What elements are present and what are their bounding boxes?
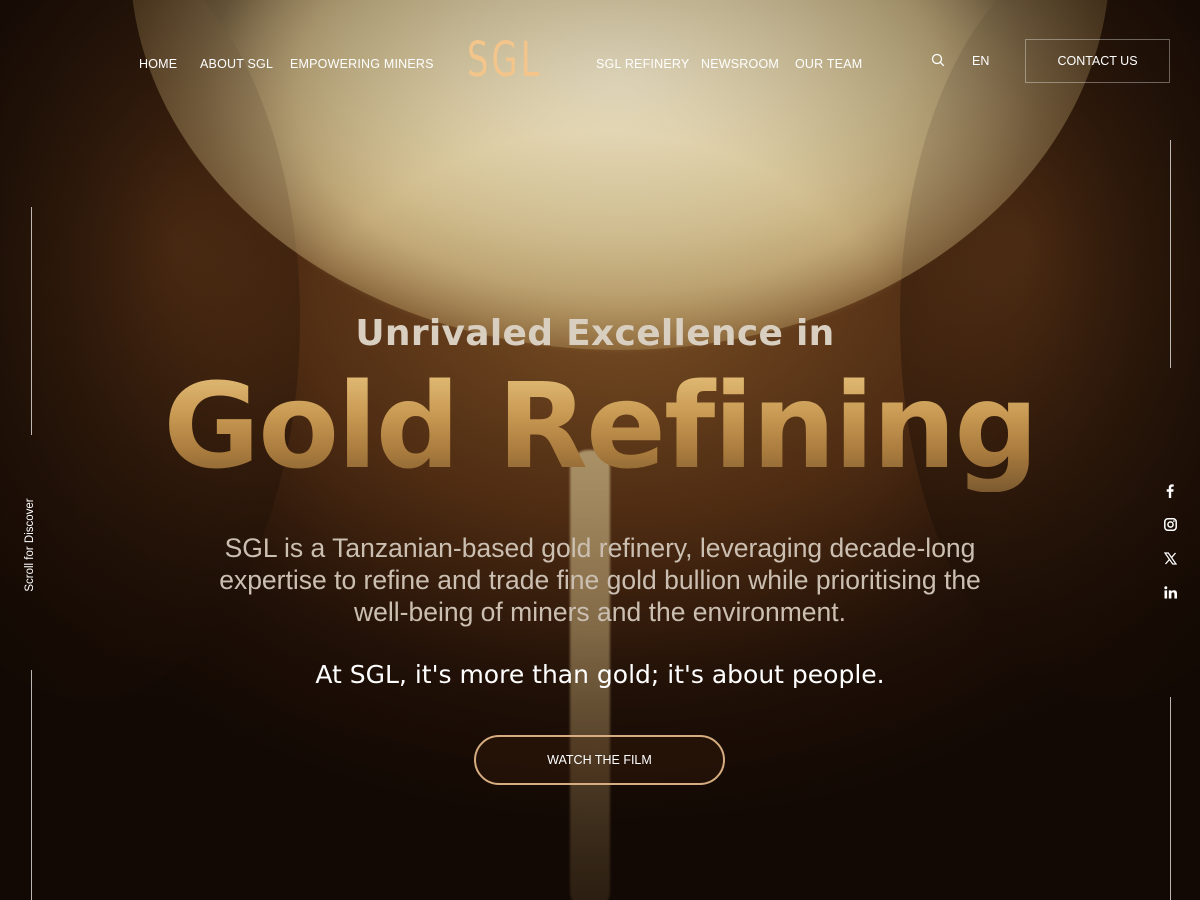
hero-tagline: At SGL, it's more than gold; it's about …	[315, 660, 885, 689]
linkedin-icon[interactable]	[1162, 584, 1178, 600]
nav-our-team[interactable]: OUR TEAM	[795, 57, 862, 71]
nav-sgl-refinery[interactable]: SGL REFINERY	[596, 57, 689, 71]
hero-description: SGL is a Tanzanian-based gold refinery, …	[219, 533, 981, 627]
right-rail-line-bottom	[1170, 697, 1171, 900]
logo[interactable]: SGL	[467, 36, 543, 84]
left-rail-line-bottom	[31, 670, 32, 900]
x-icon[interactable]	[1162, 550, 1178, 566]
search-icon[interactable]	[931, 53, 947, 69]
language-selector[interactable]: EN	[972, 54, 989, 68]
nav-newsroom[interactable]: NEWSROOM	[701, 57, 779, 71]
instagram-icon[interactable]	[1162, 516, 1178, 532]
hero-title: Gold Refining	[0, 361, 1200, 492]
watch-the-film-button[interactable]: WATCH THE FILM	[474, 735, 725, 785]
contact-us-button[interactable]: CONTACT US	[1025, 39, 1170, 83]
scroll-for-discover[interactable]: Scroll for Discover	[24, 498, 36, 591]
nav-about-sgl[interactable]: ABOUT SGL	[200, 57, 273, 71]
nav-empowering-miners[interactable]: EMPOWERING MINERS	[290, 57, 434, 71]
nav-home[interactable]: HOME	[139, 57, 177, 71]
hero-eyebrow: Unrivaled Excellence in	[355, 313, 835, 354]
